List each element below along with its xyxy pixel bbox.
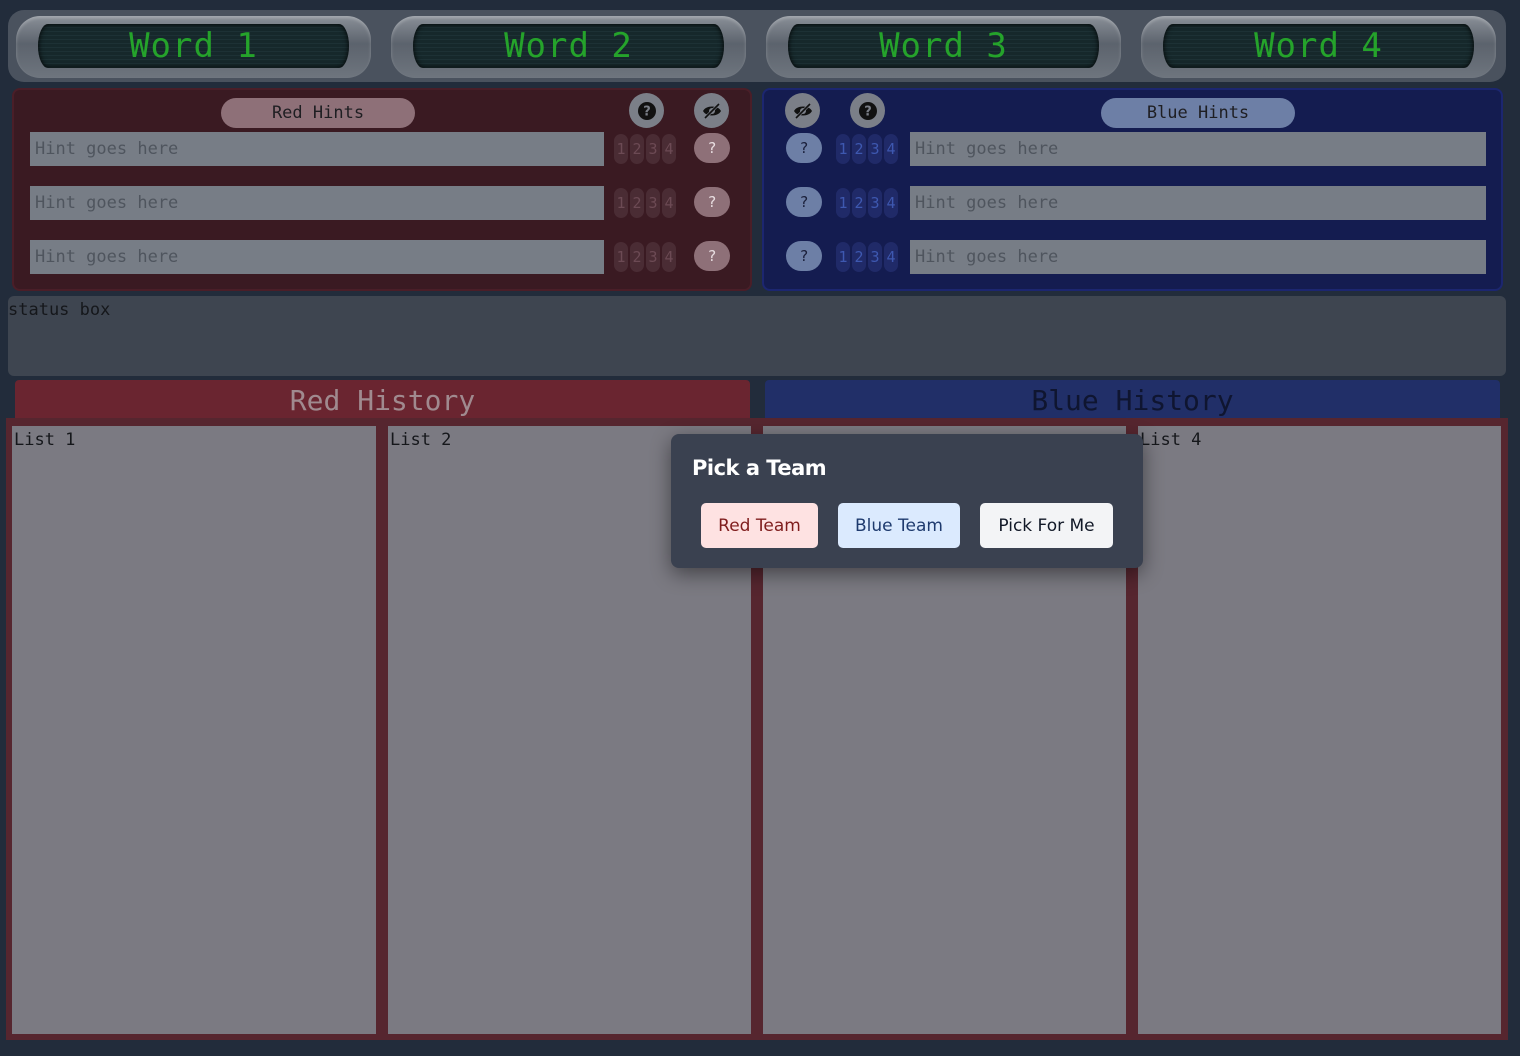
number-option[interactable]: 1 [836,242,850,272]
pick-for-me-button[interactable]: Pick For Me [980,503,1113,548]
red-hints-panel: Red Hints ? 1 2 3 4 ? 1 2 3 4 ? 1 2 3 4 [12,88,752,291]
blue-team-button[interactable]: Blue Team [838,503,960,548]
help-icon[interactable]: ? [850,93,885,128]
word-display: Word 2 [413,24,724,68]
word-display: Word 3 [788,24,1099,68]
hint-row: 1 2 3 4 ? [14,186,750,220]
number-option[interactable]: 4 [884,188,898,218]
hint-input[interactable] [30,132,604,166]
hint-input[interactable] [30,240,604,274]
guess-button[interactable]: ? [694,241,730,271]
hint-row: 1 2 3 4 ? [14,240,750,274]
red-team-button[interactable]: Red Team [701,503,818,548]
word-text: Word 1 [129,26,258,66]
number-option[interactable]: 3 [868,134,882,164]
svg-text:?: ? [643,104,651,119]
number-selector: 1 2 3 4 [836,188,900,218]
word-slot-3: Word 3 [766,16,1121,78]
help-icon[interactable]: ? [629,93,664,128]
number-option[interactable]: 2 [852,188,866,218]
list-label: List 1 [14,430,76,450]
hint-input[interactable] [30,186,604,220]
hint-row: ? 1 2 3 4 [764,132,1501,166]
red-history-title: Red History [15,380,750,420]
blue-hints-title: Blue Hints [1101,98,1295,128]
status-box: status box [8,296,1506,376]
pick-team-dialog: Pick a Team Red Team Blue Team Pick For … [671,434,1143,568]
number-option[interactable]: 2 [630,188,644,218]
number-option[interactable]: 1 [614,242,628,272]
number-selector: 1 2 3 4 [614,188,678,218]
number-option[interactable]: 1 [614,188,628,218]
number-option[interactable]: 2 [630,134,644,164]
eye-off-icon[interactable] [694,93,729,128]
number-option[interactable]: 3 [646,134,660,164]
svg-text:?: ? [864,104,872,119]
guess-button[interactable]: ? [786,133,822,163]
word-display: Word 1 [38,24,349,68]
list-label: List 2 [390,430,452,450]
number-option[interactable]: 1 [836,188,850,218]
number-option[interactable]: 4 [662,242,676,272]
word-slot-4: Word 4 [1141,16,1496,78]
word-slot-1: Word 1 [16,16,371,78]
hint-input[interactable] [910,240,1486,274]
word-text: Word 2 [504,26,633,66]
number-option[interactable]: 4 [662,188,676,218]
hint-input[interactable] [910,186,1486,220]
history-list-4[interactable]: List 4 [1138,426,1501,1034]
guess-button[interactable]: ? [694,133,730,163]
number-option[interactable]: 1 [836,134,850,164]
number-option[interactable]: 3 [868,188,882,218]
number-option[interactable]: 2 [852,134,866,164]
list-label: List 4 [1140,430,1202,450]
word-slot-2: Word 2 [391,16,746,78]
number-option[interactable]: 3 [868,242,882,272]
eye-off-icon[interactable] [785,93,820,128]
word-text: Word 3 [879,26,1008,66]
word-display: Word 4 [1163,24,1474,68]
number-option[interactable]: 2 [852,242,866,272]
number-option[interactable]: 2 [630,242,644,272]
number-option[interactable]: 3 [646,242,660,272]
number-option[interactable]: 4 [662,134,676,164]
red-hints-title: Red Hints [221,98,415,128]
number-selector: 1 2 3 4 [614,242,678,272]
hint-row: 1 2 3 4 ? [14,132,750,166]
hint-row: ? 1 2 3 4 [764,186,1501,220]
history-list-1[interactable]: List 1 [12,426,376,1034]
number-selector: 1 2 3 4 [836,242,900,272]
blue-hints-panel: ? Blue Hints ? 1 2 3 4 ? 1 2 3 4 ? 1 2 3… [762,88,1503,291]
words-bar: Word 1 Word 2 Word 3 Word 4 [8,10,1506,82]
word-text: Word 4 [1254,26,1383,66]
blue-history-title: Blue History [765,380,1500,420]
hint-row: ? 1 2 3 4 [764,240,1501,274]
guess-button[interactable]: ? [786,187,822,217]
number-selector: 1 2 3 4 [836,134,900,164]
number-option[interactable]: 4 [884,242,898,272]
guess-button[interactable]: ? [786,241,822,271]
number-option[interactable]: 1 [614,134,628,164]
dialog-title: Pick a Team [692,456,827,480]
guess-button[interactable]: ? [694,187,730,217]
number-option[interactable]: 3 [646,188,660,218]
number-selector: 1 2 3 4 [614,134,678,164]
number-option[interactable]: 4 [884,134,898,164]
hint-input[interactable] [910,132,1486,166]
